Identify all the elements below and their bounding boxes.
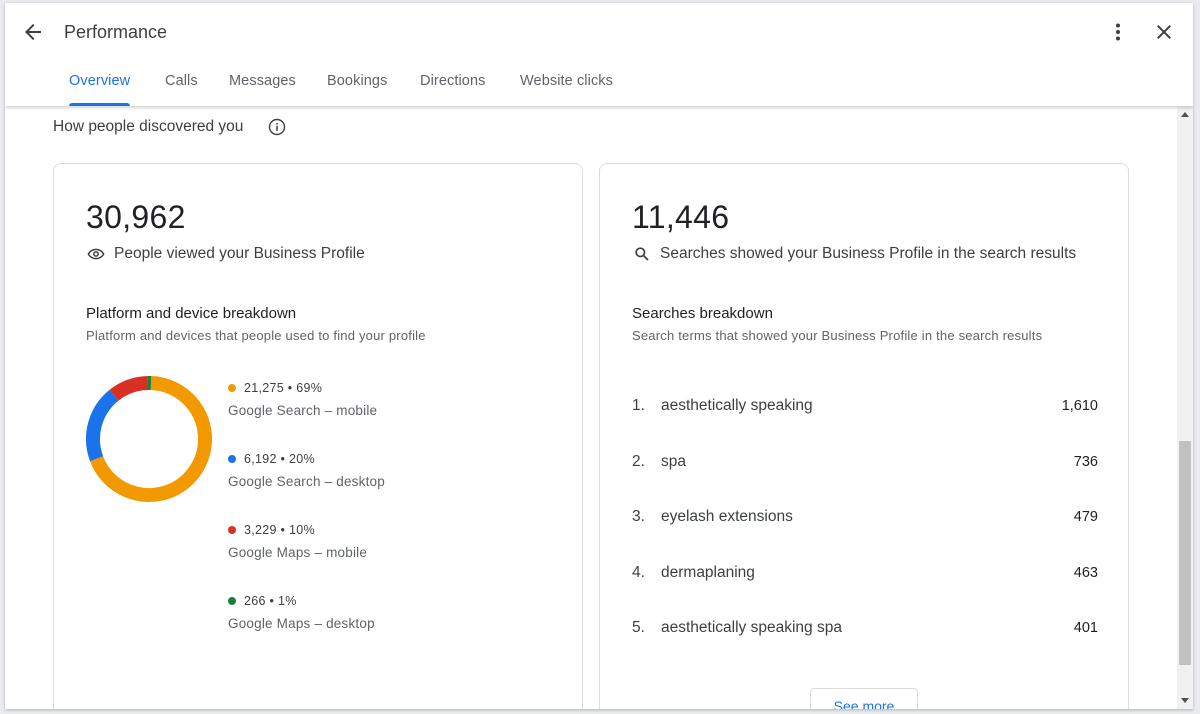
- search-term-row: 2. spa 736: [632, 450, 1098, 474]
- performance-dialog: Performance Overview Calls Messages Book…: [5, 3, 1193, 709]
- tab-label: Bookings: [327, 73, 388, 89]
- breakdown-subtitle: Platform and devices that people used to…: [86, 328, 426, 343]
- legend-dot: [228, 526, 236, 534]
- searches-card: 11,446 Searches showed your Business Pro…: [599, 163, 1129, 709]
- profile-views-total: 30,962: [86, 199, 186, 235]
- tab-bar: Overview Calls Messages Bookings Directi…: [5, 67, 1193, 106]
- search-count: 1,610: [1061, 398, 1098, 414]
- search-term-row: 1. aesthetically speaking 1,610: [632, 394, 1098, 418]
- more-options-button[interactable]: [1106, 20, 1130, 44]
- see-more-button[interactable]: See more: [810, 688, 918, 709]
- info-icon[interactable]: [268, 118, 286, 136]
- search-term: aesthetically speaking spa: [661, 619, 842, 636]
- search-term-row: 4. dermaplaning 463: [632, 561, 1098, 585]
- donut-slice-search-desktop: [86, 389, 119, 462]
- tab-label: Website clicks: [520, 73, 613, 89]
- legend-dot: [228, 455, 236, 463]
- tab-label: Messages: [229, 73, 296, 89]
- tab-calls[interactable]: Calls: [165, 67, 198, 106]
- arrow-back-icon: [25, 24, 41, 40]
- scroll-content: How people discovered you 30,962 People …: [5, 106, 1177, 709]
- tab-website-clicks[interactable]: Website clicks: [520, 67, 613, 106]
- search-count: 479: [1073, 509, 1098, 525]
- tab-label: Overview: [69, 73, 131, 89]
- page-title: Performance: [64, 22, 168, 42]
- scrollbar-thumb[interactable]: [1179, 441, 1191, 665]
- tab-messages[interactable]: Messages: [229, 67, 296, 106]
- search-rank: 1.: [632, 397, 645, 414]
- search-term-row: 3. eyelash extensions 479: [632, 505, 1098, 529]
- tab-directions[interactable]: Directions: [420, 67, 485, 106]
- close-button[interactable]: [1152, 20, 1176, 44]
- search-term: eyelash extensions: [661, 508, 793, 525]
- legend-label: Google Maps – mobile: [228, 545, 368, 560]
- search-rank: 5.: [632, 619, 645, 636]
- active-tab-indicator: [69, 103, 131, 106]
- legend-label: Google Search – mobile: [228, 403, 378, 418]
- searches-breakdown-subtitle: Search terms that showed your Business P…: [632, 328, 1043, 343]
- scroll-up-arrow-icon[interactable]: [1181, 112, 1189, 117]
- tab-label: Directions: [420, 73, 486, 89]
- search-count: 736: [1073, 454, 1098, 470]
- platform-donut-chart: [86, 376, 212, 502]
- legend-dot: [228, 597, 236, 605]
- close-icon: [1157, 25, 1171, 39]
- search-rank: 3.: [632, 508, 645, 525]
- breakdown-title: Platform and device breakdown: [86, 305, 297, 322]
- search-term: dermaplaning: [661, 564, 755, 581]
- donut-slice-maps-mobile: [109, 376, 149, 401]
- search-term: aesthetically speaking: [661, 397, 813, 414]
- search-rank: 4.: [632, 564, 645, 581]
- search-term-row: 5. aesthetically speaking spa 401: [632, 616, 1098, 640]
- back-button[interactable]: [21, 20, 45, 44]
- searches-breakdown-title: Searches breakdown: [632, 305, 773, 322]
- search-icon: [635, 247, 649, 261]
- legend-dot: [228, 384, 236, 392]
- legend-value: 3,229 • 10%: [244, 523, 315, 537]
- search-rank: 2.: [632, 453, 645, 470]
- legend-value: 266 • 1%: [244, 594, 297, 608]
- tab-overview[interactable]: Overview: [69, 67, 131, 106]
- searches-label: Searches showed your Business Profile in…: [660, 245, 1077, 262]
- dialog-header: Performance Overview Calls Messages Book…: [5, 3, 1193, 106]
- section-title: How people discovered you: [53, 118, 244, 135]
- more-vert-icon: [1116, 23, 1120, 41]
- legend-value: 6,192 • 20%: [244, 452, 315, 466]
- vertical-scrollbar[interactable]: [1177, 106, 1193, 709]
- scroll-down-arrow-icon[interactable]: [1181, 698, 1189, 703]
- search-count: 463: [1073, 565, 1098, 581]
- search-count: 401: [1073, 620, 1098, 636]
- tab-bookings[interactable]: Bookings: [327, 67, 387, 106]
- legend-label: Google Maps – desktop: [228, 616, 375, 631]
- eye-icon: [87, 248, 105, 260]
- tab-label: Calls: [165, 73, 198, 89]
- search-term: spa: [661, 453, 686, 470]
- searches-total: 11,446: [632, 199, 730, 235]
- profile-views-label: People viewed your Business Profile: [114, 245, 365, 262]
- legend-value: 21,275 • 69%: [244, 381, 323, 395]
- legend-label: Google Search – desktop: [228, 474, 385, 489]
- profile-views-card: 30,962 People viewed your Business Profi…: [53, 163, 583, 709]
